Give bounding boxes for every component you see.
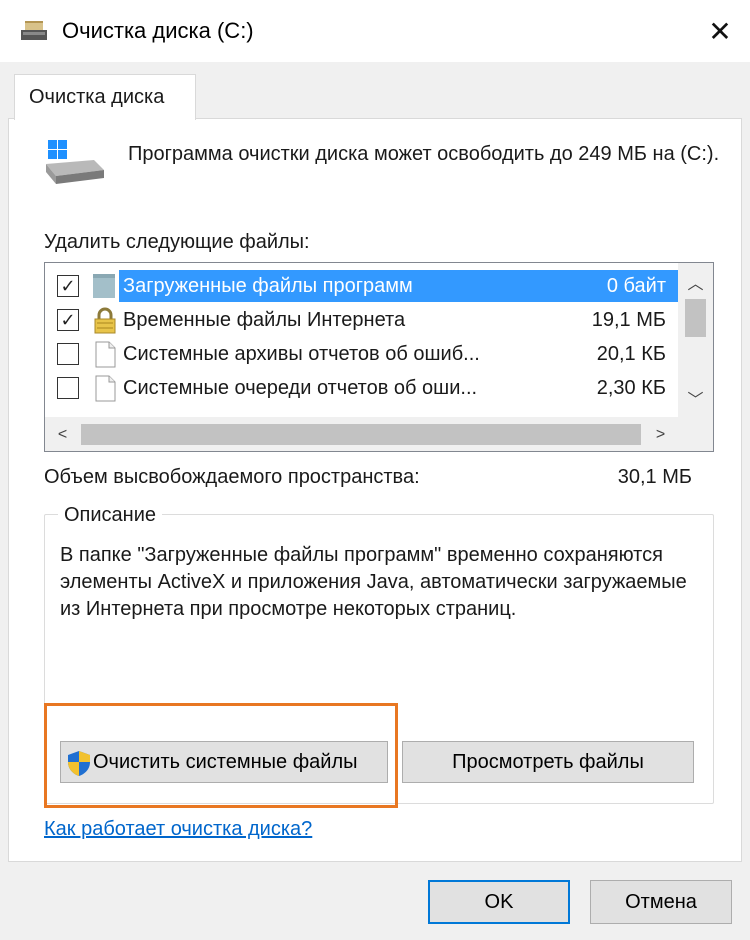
file-name: Системные архивы отчетов об ошиб... [123, 343, 480, 365]
disk-cleanup-icon [21, 21, 47, 40]
document-icon [95, 341, 116, 368]
scrollbar-corner [679, 417, 713, 451]
chevron-left-icon: < [57, 425, 68, 443]
help-link[interactable]: Как работает очистка диска? [44, 818, 312, 841]
space-label: Объем высвобождаемого пространства: [44, 466, 420, 488]
list-item[interactable]: Системные архивы отчетов об ошиб... 20,1… [45, 337, 678, 371]
description-text: В папке "Загруженные файлы программ" вре… [60, 544, 687, 620]
folder-icon [93, 274, 115, 298]
chevron-down-icon: ﹀ [687, 392, 704, 409]
scroll-right-button[interactable]: > [643, 417, 678, 451]
lock-icon [94, 307, 116, 334]
description-title: Описание [58, 504, 163, 527]
window-title: Очистка диска (C:) [62, 18, 254, 43]
file-size: 2,30 КБ [596, 377, 666, 399]
scroll-down-button[interactable]: ﹀ [678, 383, 713, 413]
document-icon [95, 375, 116, 402]
drive-icon [46, 140, 104, 184]
file-name: Системные очереди отчетов об оши... [123, 377, 478, 399]
scroll-up-button[interactable]: ︿ [678, 267, 713, 297]
tab-disk-cleanup[interactable]: Очистка диска [14, 74, 196, 120]
uac-shield-icon [68, 751, 90, 776]
checkbox[interactable] [57, 343, 79, 365]
space-value: 30,1 МБ [617, 466, 692, 488]
chevron-up-icon: ︿ [687, 276, 704, 293]
list-item[interactable]: ✓ Временные файлы Интернета 19,1 МБ [45, 303, 678, 337]
title-bar: Очистка диска (C:) ✕ [0, 0, 750, 62]
ok-button[interactable]: OK [428, 880, 570, 924]
file-name: Загруженные файлы программ [123, 275, 413, 297]
close-button[interactable]: ✕ [690, 0, 750, 62]
checkbox[interactable] [57, 377, 79, 399]
cleanup-system-files-button[interactable]: Очистить системные файлы [60, 741, 388, 783]
file-list-label: Удалить следующие файлы: [44, 231, 310, 253]
file-size: 19,1 МБ [591, 309, 666, 331]
file-size: 20,1 КБ [596, 343, 666, 365]
file-list[interactable]: ✓ Загруженные файлы программ 0 байт ✓ Вр… [44, 262, 714, 452]
cancel-label: Отмена [625, 890, 697, 913]
close-icon: ✕ [708, 15, 732, 47]
checkbox[interactable]: ✓ [57, 309, 79, 331]
file-size: 0 байт [606, 275, 666, 297]
ok-label: OK [484, 890, 514, 913]
list-item[interactable]: ✓ Загруженные файлы программ 0 байт [45, 269, 678, 303]
cleanup-system-files-label: Очистить системные файлы [93, 750, 358, 773]
checkbox[interactable]: ✓ [57, 275, 79, 297]
horizontal-scrollbar[interactable]: < > [45, 417, 713, 451]
view-files-label: Просмотреть файлы [452, 750, 644, 773]
disk-cleanup-window: Очистка диска (C:) ✕ Очистка диска Прогр… [0, 0, 750, 940]
view-files-button[interactable]: Просмотреть файлы [402, 741, 694, 783]
file-name: Временные файлы Интернета [123, 309, 406, 331]
scroll-left-button[interactable]: < [45, 417, 80, 451]
cancel-button[interactable]: Отмена [590, 880, 732, 924]
chevron-right-icon: > [655, 425, 666, 443]
vertical-scroll-thumb[interactable] [685, 299, 706, 337]
horizontal-scroll-thumb[interactable] [81, 424, 641, 445]
vertical-scrollbar[interactable]: ︿ ﹀ [678, 263, 713, 417]
intro-text: Программа очистки диска может освободить… [128, 143, 720, 165]
list-item[interactable]: Системные очереди отчетов об оши... 2,30… [45, 371, 678, 405]
